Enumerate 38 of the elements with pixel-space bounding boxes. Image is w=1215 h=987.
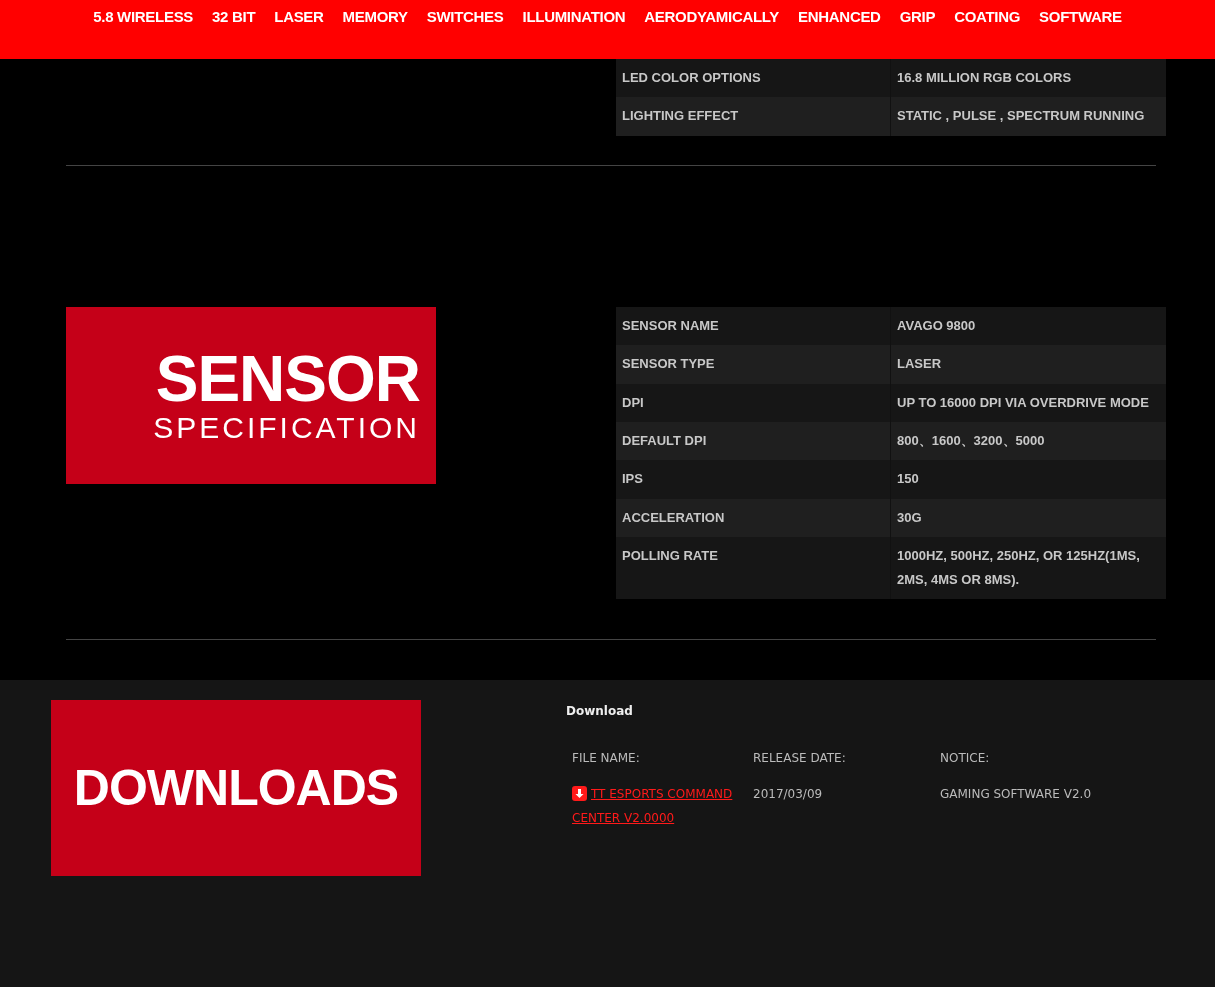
column-header: NOTICE: [940,749,991,767]
nav-link[interactable]: ENHANCED [798,8,881,25]
file-link[interactable]: TT ESPORTS COMMAND CENTER V2.0000 [572,781,753,830]
banner-title: SENSOR [155,346,420,411]
spec-label: IPS [616,460,891,499]
column-header: RELEASE DATE: [753,749,847,767]
nav-link[interactable]: LASER [274,8,324,25]
nav-link[interactable]: SOFTWARE [1039,8,1122,25]
spec-value: 1000HZ, 500HZ, 250HZ, OR 125HZ(1MS, 2MS, 4MS OR 8MS). [890,537,1166,599]
spec-value: 30G [890,498,1166,538]
spec-value: 800、1600、3200、5000 [890,421,1166,461]
nav-link[interactable]: ILLUMINATION [522,8,626,25]
column-header: FILE NAME: [572,749,641,767]
downloads-banner: DOWNLOADS [51,699,421,876]
nav-link[interactable]: AERODYAMICALLY [644,8,780,25]
spec-label: LIGHTING EFFECT [616,97,891,136]
spec-value: STATIC , PULSE , SPECTRUM RUNNING [890,97,1166,136]
nav-link[interactable]: SWITCHES [426,8,504,25]
banner-subtitle: SPECIFICATION [153,410,420,444]
spec-value: UP TO 16000 DPI VIA OVERDRIVE MODE [890,383,1166,422]
spec-value: 150 [890,460,1166,499]
nav-link[interactable]: MEMORY [342,8,408,25]
spec-label: POLLING RATE [616,537,891,599]
spec-label: ACCELERATION [616,498,891,538]
spec-label: SENSOR TYPE [616,345,891,384]
spec-label: DPI [616,383,891,422]
release-date: 2017/03/09 [753,785,824,803]
spec-label: DEFAULT DPI [616,421,891,461]
nav-link[interactable]: 5.8 WIRELESS [93,8,194,25]
nav-link[interactable]: GRIP [899,8,936,25]
download-heading: Download [566,703,634,718]
spec-value: 16.8 MILLION RGB COLORS [890,59,1166,98]
nav-link[interactable]: COATING [954,8,1021,25]
spec-value: AVAGO 9800 [890,306,1166,346]
download-icon [572,785,587,801]
nav-link[interactable]: 32 BIT [212,8,256,25]
notice-text: GAMING SOFTWARE V2.0 [940,785,1093,803]
spec-value: LASER [890,345,1166,384]
